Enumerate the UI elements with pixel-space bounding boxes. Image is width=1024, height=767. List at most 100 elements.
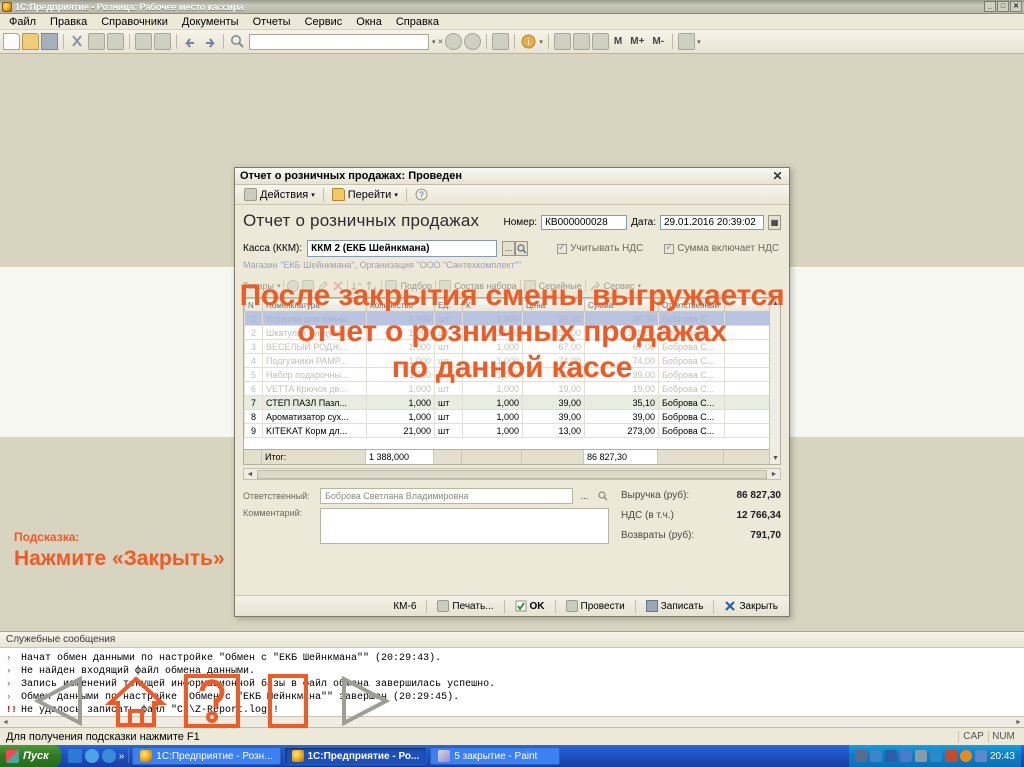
table-row[interactable]: 1 Игрушка для ванны 1,000 шт 1,000 35,00 35,00… <box>244 311 780 326</box>
tray-display-icon[interactable] <box>974 750 987 762</box>
grid-horizontal-scrollbar[interactable]: ◄ ► <box>243 468 781 480</box>
grid-scroll-up-icon[interactable]: ▲ <box>770 298 780 309</box>
col-unit[interactable]: Ед. <box>434 298 463 312</box>
goods-caret-icon[interactable]: ▾ <box>277 282 281 290</box>
grid-vertical-scrollbar[interactable]: ▲ ▼ <box>769 298 780 464</box>
tray-antivirus-icon[interactable] <box>959 750 972 762</box>
goods-grid[interactable]: N Номенклатура Количество Ед. К Цена Сум… <box>243 297 781 465</box>
col-responsible[interactable]: Ответственный <box>658 298 725 312</box>
col-quantity[interactable]: Количество <box>366 298 435 312</box>
start-button[interactable]: Пуск <box>0 745 61 767</box>
menu-item-windows[interactable]: Окна <box>349 15 389 29</box>
set-composition-button[interactable]: Состав набора <box>454 281 516 291</box>
service-menu-button[interactable]: Сервис <box>604 281 635 291</box>
paste-icon[interactable] <box>107 33 124 50</box>
vat-checkbox[interactable]: Учитывать НДС <box>557 242 643 254</box>
menu-item-catalogs[interactable]: Справочники <box>94 15 175 29</box>
menu-item-file[interactable]: Файл <box>2 15 43 29</box>
print-preview-icon[interactable] <box>154 33 171 50</box>
menu-item-edit[interactable]: Правка <box>43 15 94 29</box>
svc-scroll-left-icon[interactable]: ◄ <box>0 719 11 726</box>
refresh-all-icon[interactable] <box>464 33 482 50</box>
print-button[interactable]: Печать... <box>433 599 497 613</box>
sum-includes-vat-checkbox-box[interactable] <box>664 242 675 254</box>
redo-icon[interactable] <box>201 33 218 50</box>
print-icon[interactable] <box>135 33 152 50</box>
quicklaunch-ie-icon[interactable] <box>84 749 99 763</box>
nav-home-button[interactable] <box>104 673 168 729</box>
undo-icon[interactable] <box>182 33 199 50</box>
new-document-icon[interactable] <box>3 33 20 50</box>
selection-button[interactable]: Подбор <box>400 281 432 291</box>
number-field[interactable]: КВ000000028 <box>541 215 628 230</box>
col-nomenclature[interactable]: Номенклатура <box>262 298 367 312</box>
nav-prev-button[interactable] <box>28 673 92 729</box>
cut-icon[interactable] <box>69 33 86 50</box>
taskbar-item-paint[interactable]: 5 закрытие - Paint <box>430 747 561 765</box>
close-button[interactable]: Закрыть <box>720 599 782 613</box>
quicklaunch-outlook-icon[interactable] <box>67 749 82 763</box>
kassa-input[interactable]: ККМ 2 (ЕКБ Шейнкмана) <box>307 240 498 257</box>
calculator-icon[interactable] <box>553 33 571 50</box>
table-row[interactable]: 8 Ароматизатор сух... 1,000 шт 1,000 39,00 39,… <box>244 409 780 424</box>
nav-help-button[interactable] <box>180 673 244 729</box>
ok-button[interactable]: OK <box>511 599 549 613</box>
service-caret-icon[interactable]: ▾ <box>638 282 642 290</box>
search-input[interactable] <box>249 33 429 50</box>
menu-item-reports[interactable]: Отчеты <box>246 15 298 29</box>
memory-plus-button[interactable]: M+ <box>627 36 647 47</box>
grid-toolbar[interactable]: Товары ▾ A A Подбор Состав набора Серийн… <box>243 277 781 295</box>
responsible-ellipsis-button[interactable]: … <box>578 489 591 504</box>
comment-input[interactable] <box>320 508 609 544</box>
col-k[interactable]: К <box>462 298 523 312</box>
quicklaunch-more-icon[interactable]: » <box>119 751 125 762</box>
kassa-lookup-icon[interactable] <box>515 241 529 256</box>
tray-volume-icon[interactable] <box>944 750 957 762</box>
menu-item-help[interactable]: Справка <box>389 15 446 29</box>
close-button[interactable]: ✕ <box>1010 1 1022 12</box>
tray-update-icon[interactable] <box>929 750 942 762</box>
tray-shield-icon[interactable] <box>914 750 927 762</box>
dialog-close-icon[interactable]: ✕ <box>771 170 784 183</box>
sum-includes-vat-checkbox[interactable]: Сумма включает НДС <box>664 242 779 254</box>
taskbar-item-1c-2[interactable]: 1С:Предприятие - Ро... <box>283 747 428 765</box>
dialog-toolbar[interactable]: Действия ▾ Перейти ▾ ? <box>235 185 789 205</box>
open-folder-icon[interactable] <box>22 33 39 50</box>
date-field[interactable]: 29.01.2016 20:39:02 <box>660 215 764 230</box>
menu-item-service[interactable]: Сервис <box>298 15 350 29</box>
responsible-lookup-icon[interactable] <box>596 489 609 504</box>
table-row[interactable]: 5 Набор подарочны... 1,000 шт 1,000 99,00 99,0… <box>244 367 780 382</box>
km6-button[interactable]: КМ-6 <box>389 600 420 613</box>
add-row-icon[interactable] <box>287 280 300 292</box>
col-n[interactable]: N <box>244 298 263 312</box>
table-row[interactable]: 2 Шкатулка сундучо... 1,000 шт 1,000 339,00 33… <box>244 325 780 340</box>
hscroll-left-icon[interactable]: ◄ <box>244 471 256 478</box>
table-row[interactable]: 4 Подгузники PAMP... 1,000 шт 1,000 74,00 74,0… <box>244 353 780 368</box>
post-button[interactable]: Провести <box>562 599 629 613</box>
col-price[interactable]: Цена <box>522 298 585 312</box>
calendar-picker-icon[interactable]: ▦ <box>768 215 781 230</box>
goto-menu-button[interactable]: Перейти ▾ <box>328 187 402 202</box>
toolbar-overflow-caret-icon[interactable]: ▾ <box>697 38 701 46</box>
nav-next-button[interactable] <box>332 673 396 729</box>
tray-network-icon[interactable] <box>869 750 882 762</box>
tray-messenger-icon[interactable] <box>884 750 897 762</box>
svc-scroll-right-icon[interactable]: ► <box>1013 719 1024 726</box>
table-row[interactable]: 9 KITEKAT Корм дл... 21,000 шт 1,000 13,00 273… <box>244 423 780 438</box>
nav-document-button[interactable] <box>256 673 320 729</box>
settings-wrench-icon[interactable] <box>678 33 696 50</box>
memory-minus-button[interactable]: M- <box>649 36 667 47</box>
save-button[interactable]: Записать <box>642 599 708 613</box>
actions-menu-button[interactable]: Действия ▾ <box>240 187 319 202</box>
table-row[interactable]: 7 СТЕП ПАЗЛ Пазл... 1,000 шт 1,000 39,00 35,10… <box>244 395 780 410</box>
responsible-input[interactable]: Боброва Светлана Владимировна <box>320 488 573 504</box>
sort-asc-icon[interactable]: A <box>351 280 363 292</box>
copy-row-icon[interactable] <box>302 280 315 292</box>
search-dropdown-caret-icon[interactable]: ▾ <box>432 38 436 46</box>
vat-checkbox-box[interactable] <box>557 242 568 254</box>
hscroll-thumb[interactable] <box>257 469 767 479</box>
dialog-footer[interactable]: КМ-6 Печать... OK Провести Записать Закр… <box>235 595 789 616</box>
system-tray[interactable]: 20:43 <box>848 745 1021 767</box>
info-icon[interactable]: i <box>520 33 537 50</box>
search-icon[interactable] <box>229 33 246 50</box>
